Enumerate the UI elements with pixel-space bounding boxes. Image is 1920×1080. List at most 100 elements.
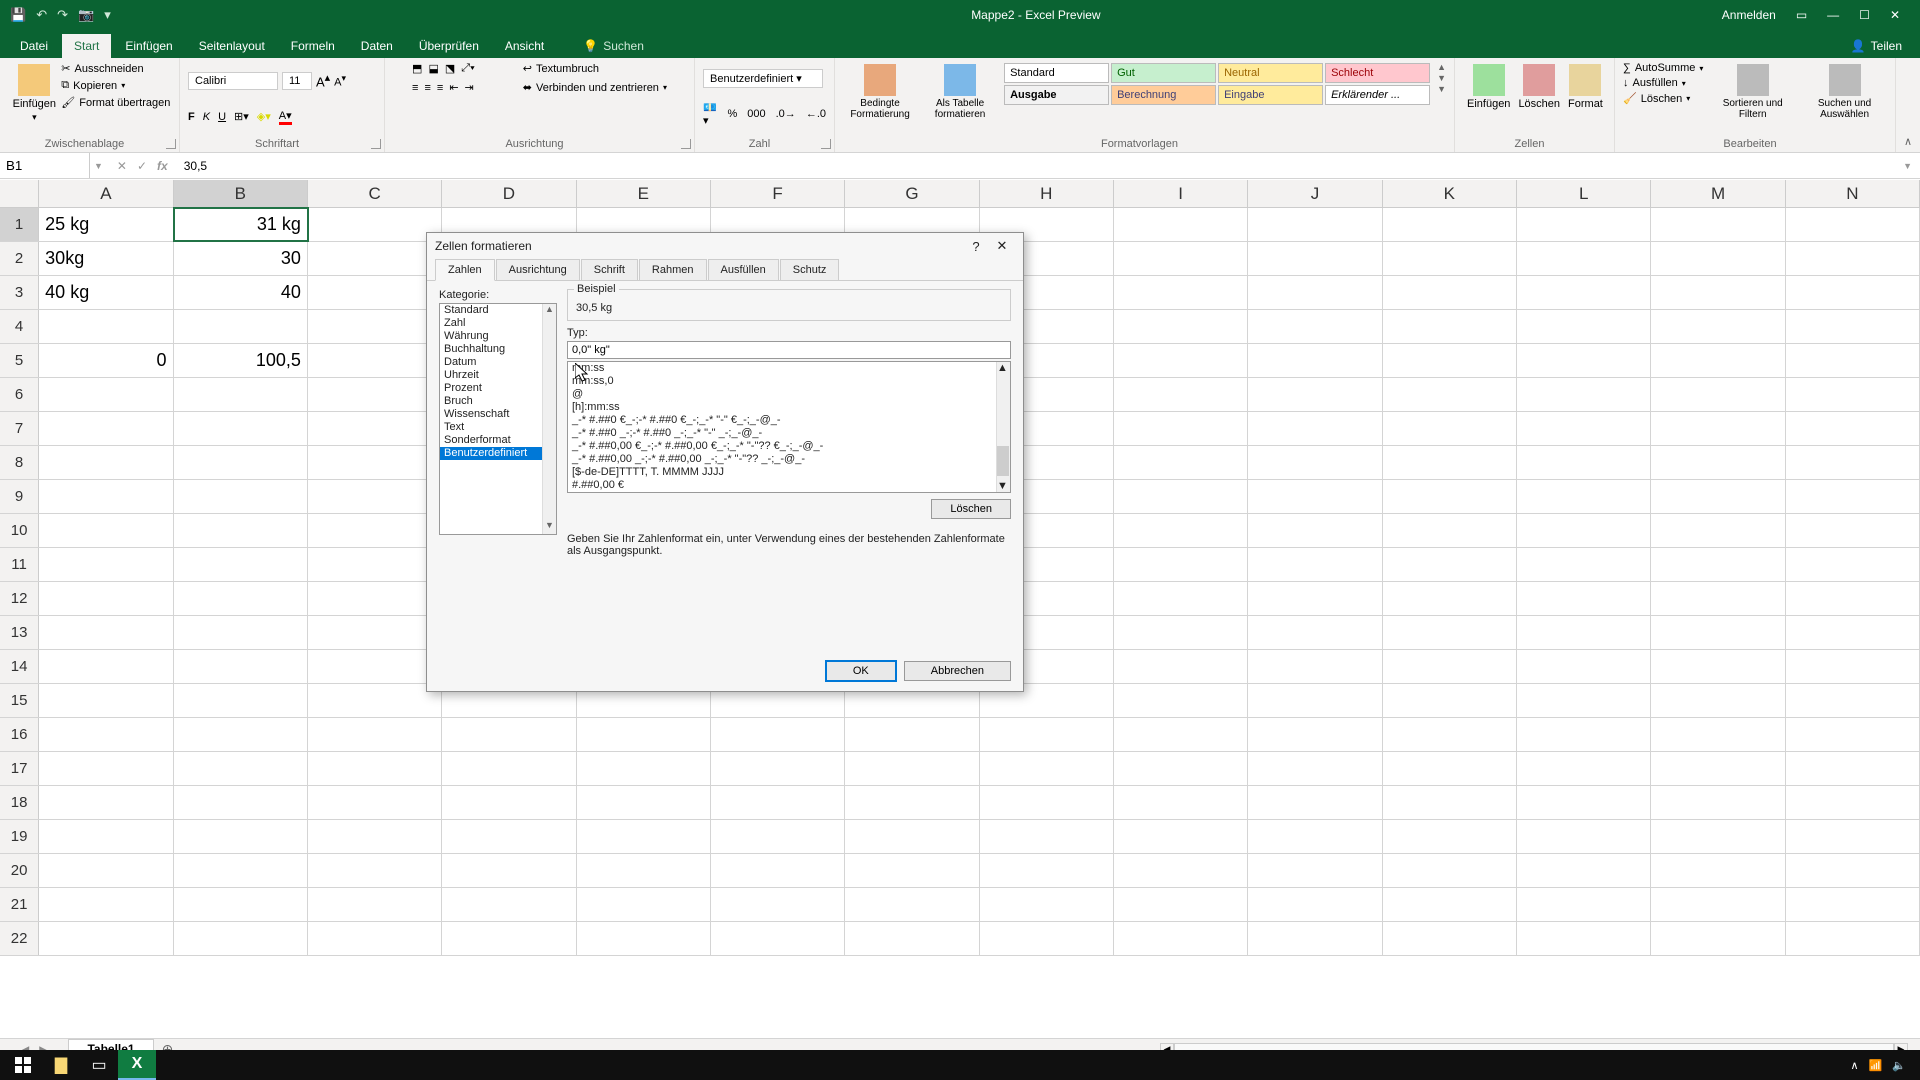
column-header[interactable]: J: [1248, 180, 1382, 207]
column-header[interactable]: I: [1114, 180, 1248, 207]
cell[interactable]: [1114, 208, 1248, 241]
cell[interactable]: [1383, 412, 1517, 445]
cell[interactable]: [711, 786, 845, 819]
cell[interactable]: [1786, 412, 1920, 445]
cell[interactable]: [39, 684, 173, 717]
column-header[interactable]: N: [1786, 180, 1920, 207]
format-item[interactable]: [$-de-DE]TTTT, T. MMMM JJJJ: [568, 466, 1010, 479]
column-header[interactable]: L: [1517, 180, 1651, 207]
cell[interactable]: [174, 616, 308, 649]
category-item[interactable]: Wissenschaft: [440, 408, 556, 421]
cell[interactable]: [1786, 786, 1920, 819]
cancel-formula-icon[interactable]: ✕: [117, 159, 127, 173]
column-header[interactable]: A: [39, 180, 173, 207]
cell[interactable]: [1517, 412, 1651, 445]
cell[interactable]: [1517, 718, 1651, 751]
cell[interactable]: [845, 718, 979, 751]
cell[interactable]: [39, 650, 173, 683]
cell[interactable]: [308, 480, 442, 513]
name-box[interactable]: [0, 153, 90, 178]
format-list[interactable]: mm:ssmm:ss,0@[h]:mm:ss_-* #.##0 €_-;-* #…: [567, 361, 1011, 493]
cell[interactable]: [1248, 888, 1382, 921]
cell[interactable]: [845, 786, 979, 819]
row-header[interactable]: 17: [0, 752, 39, 785]
volume-icon[interactable]: 🔈: [1892, 1059, 1906, 1072]
orientation-icon[interactable]: ⤢▾: [461, 62, 474, 75]
delete-format-button[interactable]: Löschen: [931, 499, 1011, 519]
cell[interactable]: [1651, 378, 1785, 411]
cell[interactable]: [1786, 446, 1920, 479]
align-bottom-icon[interactable]: ⬔: [445, 62, 455, 75]
cell[interactable]: [1383, 310, 1517, 343]
minimize-icon[interactable]: —: [1827, 8, 1839, 22]
format-as-table-button[interactable]: Als Tabelle formatieren: [923, 62, 997, 134]
cell[interactable]: [577, 922, 711, 955]
cell[interactable]: [1786, 548, 1920, 581]
align-top-icon[interactable]: ⬒: [412, 62, 422, 75]
cell[interactable]: [1114, 412, 1248, 445]
cell[interactable]: [1383, 344, 1517, 377]
cell[interactable]: [1114, 718, 1248, 751]
scroll-up-icon[interactable]: ▲: [543, 304, 556, 318]
cell[interactable]: [1517, 752, 1651, 785]
row-header[interactable]: 10: [0, 514, 39, 547]
close-icon[interactable]: ✕: [1890, 8, 1900, 22]
cell[interactable]: [1114, 582, 1248, 615]
accounting-format-icon[interactable]: 💶▾: [703, 101, 717, 127]
category-item[interactable]: Benutzerdefiniert: [440, 447, 556, 460]
cell[interactable]: [1248, 650, 1382, 683]
comma-format-icon[interactable]: 000: [747, 108, 765, 120]
cell[interactable]: [577, 752, 711, 785]
cell[interactable]: [577, 786, 711, 819]
category-item[interactable]: Währung: [440, 330, 556, 343]
row-header[interactable]: 20: [0, 854, 39, 887]
italic-button[interactable]: K: [203, 111, 210, 123]
cell[interactable]: [308, 650, 442, 683]
cell[interactable]: [577, 718, 711, 751]
tab-einfuegen[interactable]: Einfügen: [113, 34, 184, 58]
cell[interactable]: [1114, 786, 1248, 819]
cell[interactable]: [308, 310, 442, 343]
cell[interactable]: [1248, 718, 1382, 751]
formula-input[interactable]: [178, 157, 1895, 175]
cell[interactable]: [308, 718, 442, 751]
cell[interactable]: [1786, 616, 1920, 649]
cell[interactable]: [442, 820, 576, 853]
column-header[interactable]: H: [980, 180, 1114, 207]
tab-ansicht[interactable]: Ansicht: [493, 34, 556, 58]
sort-filter-button[interactable]: Sortieren und Filtern: [1715, 62, 1790, 134]
cell[interactable]: [711, 718, 845, 751]
cell[interactable]: [1651, 310, 1785, 343]
format-item[interactable]: _-* #.##0 _-;-* #.##0 _-;_-* "-" _-;_-@_…: [568, 427, 1010, 440]
cell[interactable]: [1383, 378, 1517, 411]
cell[interactable]: [1786, 888, 1920, 921]
cell[interactable]: [1651, 242, 1785, 275]
redo-icon[interactable]: ↷: [57, 7, 68, 23]
style-schlecht[interactable]: Schlecht: [1325, 63, 1430, 83]
scroll-down-icon[interactable]: ▼: [997, 480, 1010, 492]
cell[interactable]: [1383, 718, 1517, 751]
row-header[interactable]: 12: [0, 582, 39, 615]
cell[interactable]: [174, 922, 308, 955]
style-neutral[interactable]: Neutral: [1218, 63, 1323, 83]
cell[interactable]: [308, 242, 442, 275]
align-center-icon[interactable]: ≡: [424, 82, 430, 94]
save-icon[interactable]: 💾: [10, 7, 26, 23]
format-item[interactable]: @: [568, 388, 1010, 401]
cell[interactable]: [442, 888, 576, 921]
enter-formula-icon[interactable]: ✓: [137, 159, 147, 173]
cell[interactable]: [1383, 208, 1517, 241]
tab-formeln[interactable]: Formeln: [279, 34, 347, 58]
cell[interactable]: 40: [174, 276, 308, 309]
tab-ueberpruefen[interactable]: Überprüfen: [407, 34, 491, 58]
cell[interactable]: [1517, 548, 1651, 581]
cell[interactable]: [1651, 786, 1785, 819]
cell[interactable]: [1248, 412, 1382, 445]
cell[interactable]: [1786, 514, 1920, 547]
cell[interactable]: [1517, 480, 1651, 513]
cell[interactable]: [1114, 752, 1248, 785]
cell[interactable]: [308, 684, 442, 717]
cell[interactable]: [1248, 752, 1382, 785]
cell[interactable]: [845, 888, 979, 921]
styles-scroll-down-icon[interactable]: ▼: [1437, 73, 1446, 83]
